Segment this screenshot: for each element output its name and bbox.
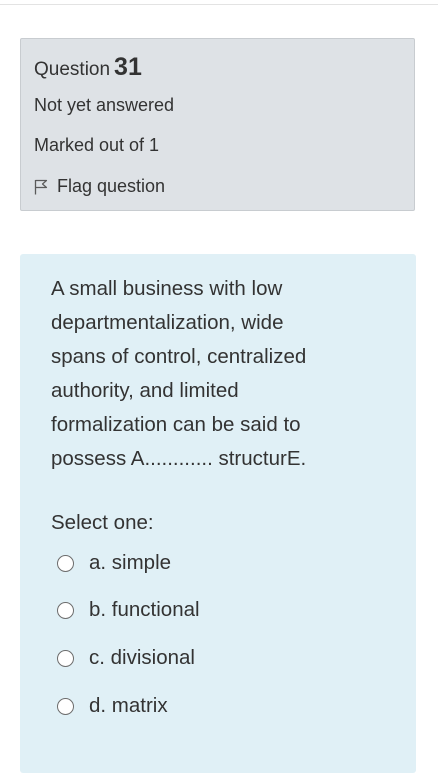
flag-question-link[interactable]: Flag question [34,176,165,197]
question-label: Question [34,59,111,80]
answer-label: c. divisional [89,646,195,669]
flag-question-label: Flag question [57,176,166,196]
top-divider [0,4,438,5]
question-number: 31 [114,53,142,81]
select-one-prompt: Select one: [51,511,154,534]
answer-option-b[interactable]: b. functional [51,598,200,622]
answer-option-c[interactable]: c. divisional [51,646,195,670]
question-text-line: departmentalization, wide [51,311,284,334]
radio-unchecked-icon[interactable] [57,649,74,667]
answer-label: d. matrix [89,694,168,717]
question-text-line: A small business with low [51,277,283,300]
question-text-line: formalization can be said to [51,413,301,436]
radio-unchecked-icon[interactable] [57,601,74,619]
question-text-line: spans of control, centralized [51,345,307,368]
flag-icon [34,179,48,195]
answer-label: a. simple [89,551,172,574]
question-text: A small business with low departmentaliz… [51,272,381,476]
question-state: Not yet answered [34,95,175,115]
question-content-panel: A small business with low departmentaliz… [20,254,416,773]
answer-option-d[interactable]: d. matrix [51,694,168,718]
question-text-line: authority, and limited [51,379,239,402]
question-info-panel: Question 31 Not yet answered Marked out o… [20,38,415,211]
question-text-line: possess A............ structurE. [51,447,307,470]
answer-label: b. functional [89,598,200,621]
answer-option-a[interactable]: a. simple [51,551,171,575]
question-heading: Question 31 [34,53,142,82]
radio-unchecked-icon[interactable] [57,697,74,715]
question-grade: Marked out of 1 [34,135,160,155]
radio-unchecked-icon[interactable] [57,554,74,572]
